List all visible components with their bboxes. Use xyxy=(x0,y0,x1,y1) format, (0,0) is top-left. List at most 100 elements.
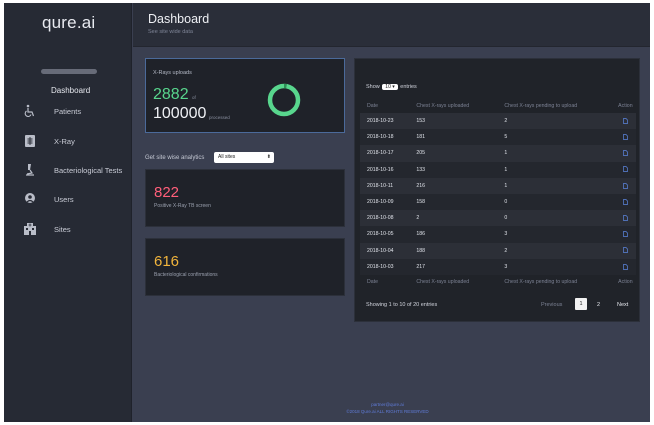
column-header-pending[interactable]: Chest X-rays pending to upload xyxy=(497,99,614,113)
uploads-total: 100000 xyxy=(153,105,207,122)
column-footer-uploaded: Chest X-rays uploaded xyxy=(416,278,470,285)
document-icon[interactable] xyxy=(623,118,628,124)
table-row: 2018-10-16 133 1 xyxy=(360,161,636,178)
progress-ring xyxy=(267,83,301,117)
document-icon[interactable] xyxy=(623,247,628,254)
uploads-table-card: Show 10 ▾ entries Date Chest X-rays uplo… xyxy=(354,58,640,322)
pagination-page-1[interactable]: 1 xyxy=(575,298,587,310)
page-subtitle: See site wide data xyxy=(148,29,193,35)
footer-copyright: ©2018 Qure.ai ALL RIGHTS RESERVED xyxy=(346,409,429,414)
showing-entries-info: Showing 1 to 10 of 20 entries xyxy=(366,302,438,308)
cell-action xyxy=(614,177,636,194)
pagination-previous[interactable]: Previous xyxy=(541,302,562,308)
site-select-value: All sites xyxy=(218,154,236,160)
page-size-value: 10 xyxy=(385,84,391,90)
cell-date: 2018-10-09 xyxy=(360,193,410,211)
cell-action xyxy=(614,242,636,259)
sidebar-item-label: Sites xyxy=(54,225,71,234)
table-row: 2018-10-08 2 0 xyxy=(360,210,636,227)
cell-action xyxy=(614,145,636,162)
progress-ring-track xyxy=(267,83,301,117)
sidebar-item-users[interactable]: Users xyxy=(4,191,132,209)
cell-action xyxy=(614,226,636,243)
sidebar-item-label: Bacteriological Tests xyxy=(54,166,123,175)
pagination-next[interactable]: Next xyxy=(617,302,628,308)
site-analytics-label: Get site wise analytics xyxy=(145,155,205,161)
table-row: 2018-10-05 186 3 xyxy=(360,226,636,243)
sidebar-item-sites[interactable]: Sites xyxy=(4,221,132,239)
document-icon[interactable] xyxy=(623,198,628,205)
user-name-redacted xyxy=(41,69,97,74)
document-icon[interactable] xyxy=(623,215,628,221)
sidebar: qure.ai Dashboard Patients X-Ray Bacteri… xyxy=(4,3,132,422)
xray-icon xyxy=(23,134,37,148)
site-select[interactable]: All sites ⬍ xyxy=(214,152,274,163)
cell-uploaded: 186 xyxy=(409,226,498,243)
bacteriological-card: 616 Bacteriological confirmations xyxy=(145,238,345,296)
tb-screen-count: 822 xyxy=(154,184,180,201)
sidebar-item-label: Patients xyxy=(54,107,82,116)
table-row: 2018-10-03 217 3 xyxy=(360,258,636,275)
column-footer-date: Date xyxy=(367,278,378,285)
table-row: 2018-10-09 158 0 xyxy=(360,193,636,211)
cell-pending: 0 xyxy=(497,193,615,211)
document-icon[interactable] xyxy=(623,182,628,189)
cell-uploaded: 181 xyxy=(409,129,498,146)
uploads-of-label: of xyxy=(192,95,196,100)
document-icon[interactable] xyxy=(623,150,628,157)
cell-date: 2018-10-11 xyxy=(360,177,410,194)
table-row: 2018-10-18 181 5 xyxy=(360,129,636,146)
uploads-caption: X-Rays uploads xyxy=(153,70,192,76)
cell-uploaded: 205 xyxy=(409,145,498,162)
cell-uploaded: 217 xyxy=(409,258,498,275)
cell-pending: 1 xyxy=(497,177,615,194)
cell-date: 2018-10-04 xyxy=(360,242,410,259)
uploads-count: 2882 xyxy=(153,86,189,103)
sidebar-item-label: Users xyxy=(54,195,74,204)
document-icon[interactable] xyxy=(623,263,628,270)
microscope-icon xyxy=(23,163,37,177)
pagination-page-2[interactable]: 2 xyxy=(597,302,600,308)
sidebar-item-patients[interactable]: Patients xyxy=(4,103,132,121)
document-icon[interactable] xyxy=(623,134,628,140)
table-row: 2018-10-17 205 1 xyxy=(360,145,636,162)
bacteriological-description: Bacteriological confirmations xyxy=(154,272,218,278)
cell-pending: 2 xyxy=(497,242,615,259)
table-row: 2018-10-11 216 1 xyxy=(360,177,636,194)
cell-uploaded: 158 xyxy=(409,193,498,211)
cell-action xyxy=(614,129,636,146)
cell-pending: 0 xyxy=(497,210,615,227)
cell-action xyxy=(614,161,636,178)
show-entries-suffix: entries xyxy=(400,84,417,90)
sidebar-item-xray[interactable]: X-Ray xyxy=(4,133,132,151)
cell-action xyxy=(614,258,636,275)
sidebar-item-bacteriological-tests[interactable]: Bacteriological Tests xyxy=(4,162,132,180)
sidebar-item-dashboard[interactable]: Dashboard xyxy=(51,86,90,95)
table-header-row: Date Chest X-rays uploaded Chest X-rays … xyxy=(360,99,636,113)
footer-email[interactable]: partner@qure.ai xyxy=(129,401,646,408)
table-row: 2018-10-04 188 2 xyxy=(360,242,636,259)
sidebar-item-label: X-Ray xyxy=(54,137,75,146)
cell-pending: 2 xyxy=(497,113,615,130)
xray-uploads-card: X-Rays uploads 2882 of 100000 processed xyxy=(145,58,345,133)
document-icon[interactable] xyxy=(623,166,628,173)
document-icon[interactable] xyxy=(623,231,628,238)
cell-uploaded: 188 xyxy=(409,242,498,259)
logo[interactable]: qure.ai xyxy=(42,13,95,33)
cell-pending: 1 xyxy=(497,161,615,178)
cell-uploaded: 216 xyxy=(409,177,498,194)
column-header-uploaded[interactable]: Chest X-rays uploaded xyxy=(409,99,497,113)
cell-date: 2018-10-17 xyxy=(360,145,410,162)
column-footer-pending: Chest X-rays pending to upload xyxy=(504,278,578,285)
cell-date: 2018-10-03 xyxy=(360,258,410,275)
cell-pending: 5 xyxy=(497,129,615,146)
page-title: Dashboard xyxy=(148,12,210,26)
column-header-action: Action xyxy=(618,103,633,109)
cell-date: 2018-10-05 xyxy=(360,226,410,243)
tb-screen-card: 822 Positive X-Ray TB screen xyxy=(145,169,345,227)
column-header-date[interactable]: Date xyxy=(360,99,409,113)
cell-pending: 1 xyxy=(497,145,615,162)
page-size-select[interactable]: 10 ▾ xyxy=(382,84,398,90)
table-row: 2018-10-23 153 2 xyxy=(360,113,636,130)
cell-pending: 3 xyxy=(497,226,615,243)
